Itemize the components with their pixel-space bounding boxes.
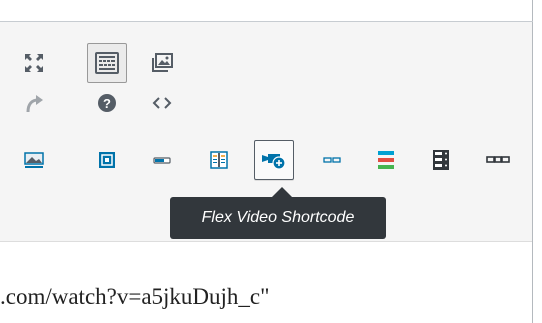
tooltip-text: Flex Video Shortcode bbox=[201, 209, 355, 226]
keyboard-shortcuts-button[interactable] bbox=[87, 43, 127, 83]
toolbar-row-1 bbox=[0, 43, 532, 87]
tooltip: Flex Video Shortcode bbox=[170, 197, 386, 239]
flex-video-button[interactable] bbox=[87, 140, 127, 180]
fullscreen-button[interactable] bbox=[14, 43, 54, 83]
redo-icon bbox=[26, 95, 43, 113]
flex-video-icon bbox=[99, 152, 115, 168]
gallery-icon bbox=[152, 53, 173, 72]
progress-bars-icon bbox=[378, 151, 394, 169]
toolbar-row-2: ? bbox=[0, 83, 532, 127]
flex-video-shortcode-button[interactable] bbox=[254, 140, 294, 180]
redo-button[interactable] bbox=[14, 83, 54, 123]
toolbar-row-3 bbox=[0, 140, 532, 184]
video-camera-add-icon bbox=[262, 154, 286, 170]
help-icon: ? bbox=[98, 94, 116, 112]
server-list-button[interactable] bbox=[421, 140, 461, 180]
divider-icon bbox=[323, 157, 341, 163]
link-chain-icon bbox=[486, 156, 510, 163]
server-list-icon bbox=[433, 150, 449, 170]
help-button[interactable]: ? bbox=[87, 83, 127, 123]
progress-bars-button[interactable] bbox=[366, 140, 406, 180]
editor-content-area[interactable]: .com/watch?v=a5jkuDujh_c" bbox=[0, 242, 532, 323]
columns-button[interactable] bbox=[199, 140, 239, 180]
code-icon bbox=[152, 97, 172, 109]
fullscreen-icon bbox=[25, 54, 43, 72]
svg-text:?: ? bbox=[103, 96, 111, 111]
image-icon bbox=[24, 152, 44, 168]
image-button[interactable] bbox=[14, 140, 54, 180]
code-button[interactable] bbox=[142, 83, 182, 123]
tooltip-arrow bbox=[272, 187, 292, 197]
columns-icon bbox=[210, 151, 228, 169]
gallery-button[interactable] bbox=[142, 43, 182, 83]
link-chain-button[interactable] bbox=[478, 140, 518, 180]
slider-icon bbox=[153, 157, 171, 164]
editor-text: .com/watch?v=a5jkuDujh_c" bbox=[0, 284, 270, 309]
keyboard-icon bbox=[95, 52, 119, 74]
divider-button[interactable] bbox=[312, 140, 352, 180]
slider-button[interactable] bbox=[142, 140, 182, 180]
